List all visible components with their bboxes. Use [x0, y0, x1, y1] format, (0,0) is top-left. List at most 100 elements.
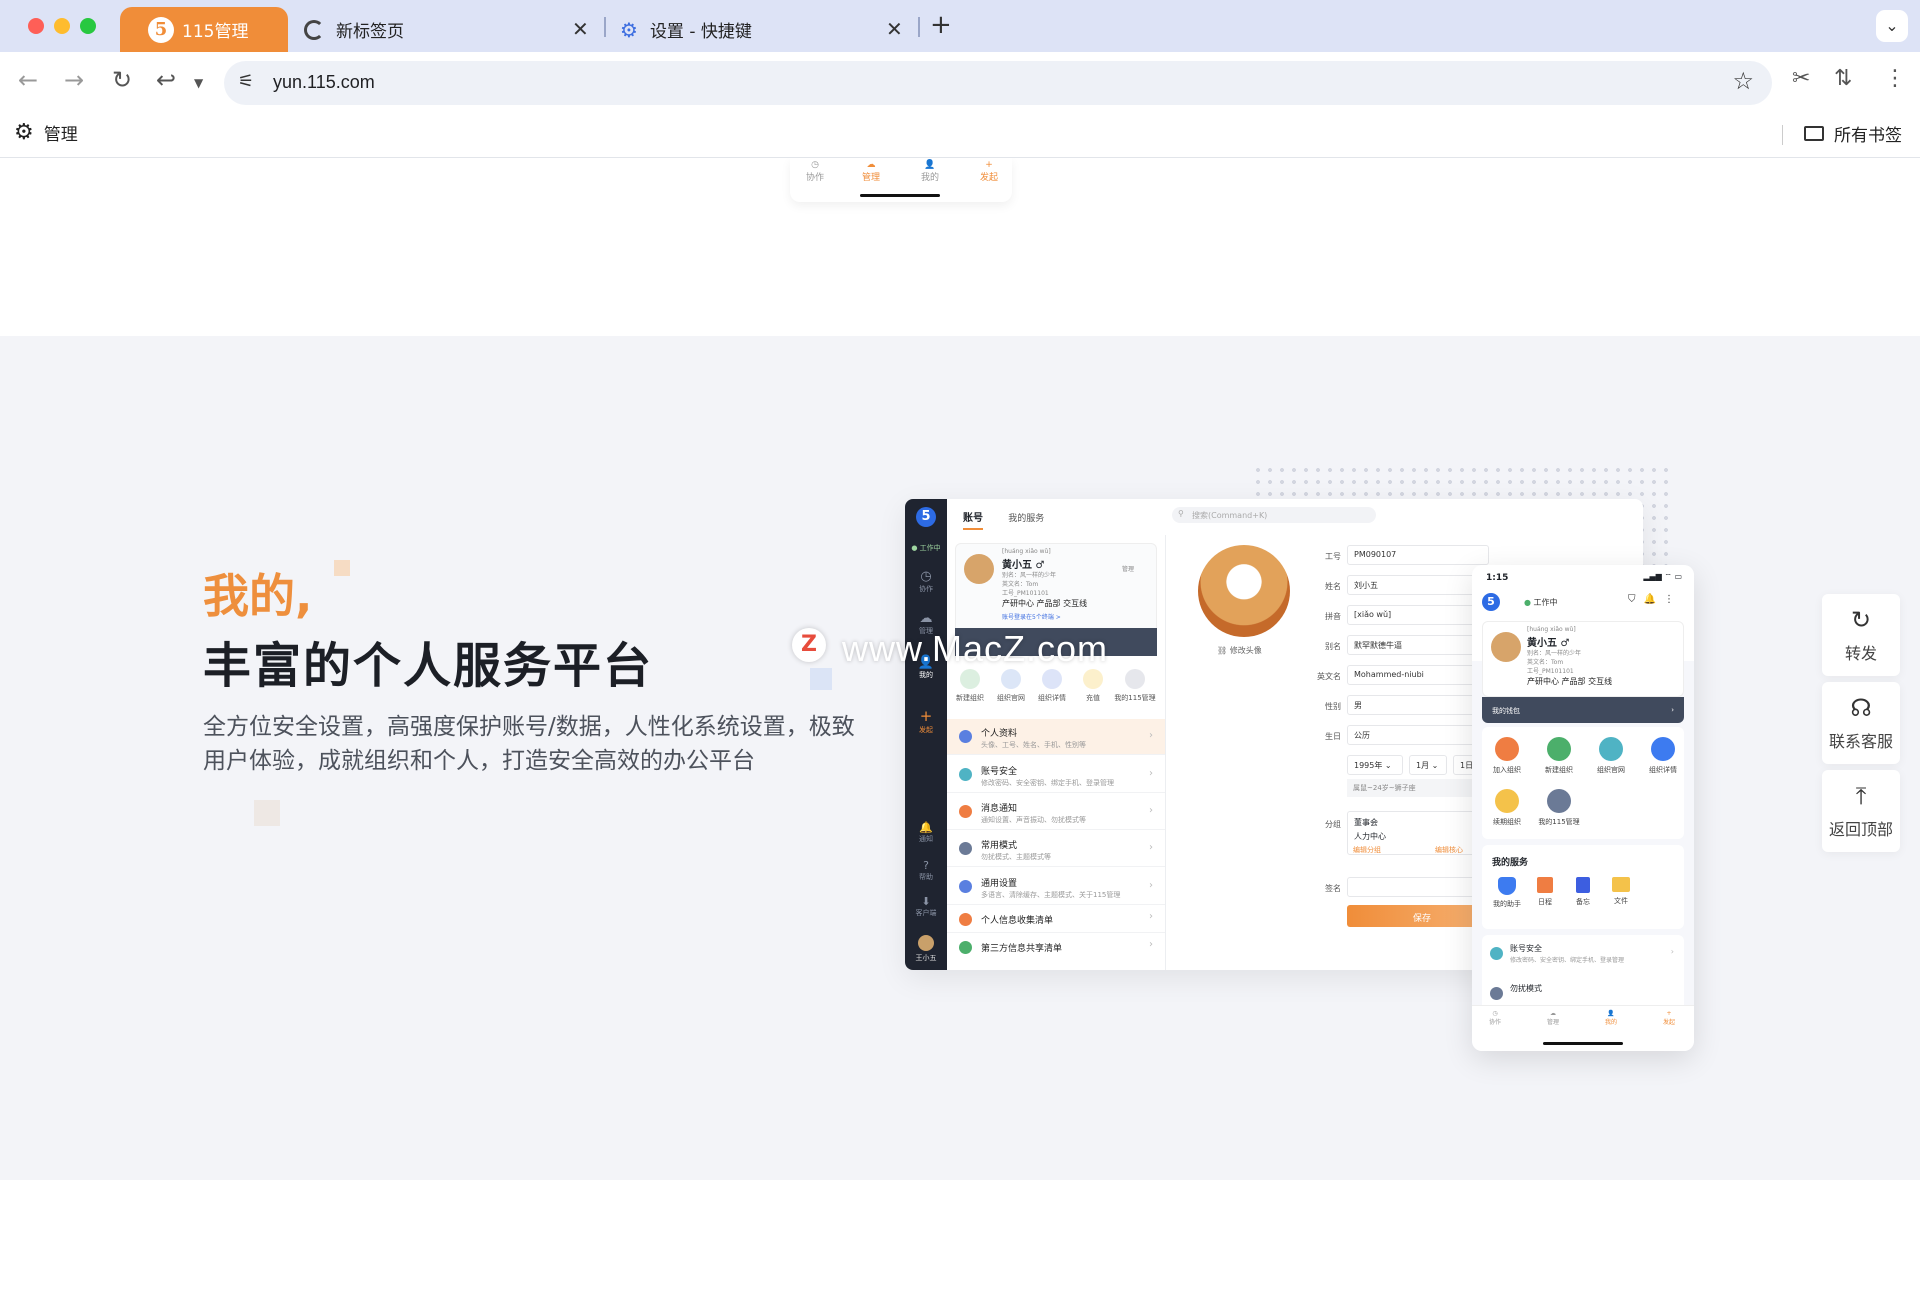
minimize-window-button[interactable]: [54, 18, 70, 34]
site-settings-icon[interactable]: ⚟: [238, 71, 254, 92]
tab-settings[interactable]: ⚙ 设置 - 快捷键 ✕: [620, 7, 912, 52]
tab-my-services: 我的服务: [1008, 514, 1045, 524]
service-item: 组织详情: [1642, 737, 1684, 775]
status-indicator: ● 工作中: [911, 544, 941, 552]
history-dropdown-icon[interactable]: ▼: [194, 76, 203, 90]
watermark-logo: Z: [792, 628, 826, 662]
my-services-card: 我的服务 我的助手 日程 备忘 文件: [1482, 845, 1684, 929]
section-title: 丰富的个人服务平台: [203, 638, 654, 694]
tab-label: 115管理: [182, 22, 249, 42]
close-window-button[interactable]: [28, 18, 44, 34]
home-indicator: [860, 194, 940, 197]
contact-support-button[interactable]: ☊ 联系客服: [1822, 682, 1900, 764]
phone-nav-item: 👤 我的: [920, 160, 939, 183]
forward-icon[interactable]: →: [64, 66, 84, 94]
nav-item: ◷ 协作: [1488, 1010, 1501, 1026]
headset-icon: ☊: [1850, 694, 1872, 722]
menu-item: 常用模式 勿扰模式、主题模式等 ›: [947, 831, 1165, 867]
close-tab-icon[interactable]: ✕: [572, 17, 589, 41]
service-item: 我的115管理: [1534, 789, 1584, 827]
tab-divider: [918, 17, 920, 37]
sidebar-user: 王小五: [905, 935, 947, 963]
birth-year: 1995年 ⌄: [1347, 755, 1403, 775]
sidebar-item-notify: 🔔 通知: [919, 821, 933, 843]
address-bar[interactable]: ⚟ yun.115.com ☆: [224, 61, 1772, 105]
birth-month: 1月 ⌄: [1409, 755, 1447, 775]
bookmarks-bar: ⚙ 管理 所有书签: [0, 111, 1920, 158]
avatar: [964, 554, 994, 584]
decor-square: [810, 668, 832, 690]
support-label: 联系客服: [1828, 732, 1893, 751]
sign-field: [1347, 877, 1489, 897]
header-actions: ⛉🔔⋮: [1628, 594, 1682, 605]
form-field: 公历: [1347, 725, 1489, 745]
back-to-top-button[interactable]: ⤒ 返回顶部: [1822, 770, 1900, 852]
menu-item: 个人信息收集清单 ›: [947, 905, 1165, 933]
bookmark-manage[interactable]: ⚙ 管理: [14, 120, 78, 145]
scissors-icon[interactable]: ✂: [1792, 66, 1810, 91]
transfer-icon[interactable]: ⇅: [1834, 66, 1852, 91]
edit-avatar-link: ⛓ 修改头像: [1217, 646, 1262, 655]
share-icon: ↻: [1850, 606, 1872, 634]
tab-search-chevron-icon[interactable]: ⌄: [1876, 10, 1908, 42]
my-service-item: 日程: [1524, 877, 1566, 907]
history-undo-icon[interactable]: ↩: [156, 66, 176, 94]
profile-english: 英文名：Tom: [1527, 659, 1564, 666]
decor-square: [254, 800, 280, 826]
nav-item: + 发起: [1662, 1010, 1675, 1026]
folder-icon: [1804, 126, 1824, 141]
decor-square: [334, 560, 350, 576]
arrow-up-icon: ⤒: [1855, 782, 1867, 810]
back-icon[interactable]: ←: [18, 66, 38, 94]
mobile-profile-card: [huáng xiǎo wǔ] 黄小五 ♂ 别名：风一样的少年 英文名：Tom …: [1482, 621, 1684, 697]
browser-tab-bar: 5 115管理 新标签页 ✕ ⚙ 设置 - 快捷键 ✕ + ⌄: [0, 0, 1920, 52]
panel-divider: [1165, 535, 1166, 970]
chevron-right-icon: ›: [1149, 880, 1153, 891]
form-field: PM090107: [1347, 545, 1489, 565]
form-label: 英文名: [1317, 672, 1341, 681]
profile-alias: 别名：风一样的少年: [1002, 572, 1057, 579]
edit-group-link: 编辑分组: [1353, 846, 1381, 854]
nav-item: ☁ 管理: [1546, 1010, 1559, 1026]
search-icon: ⚲: [1178, 509, 1184, 518]
status-indicator: ● 工作中: [1524, 598, 1558, 607]
bookmark-star-icon[interactable]: ☆: [1732, 67, 1754, 95]
app-search: ⚲ 搜索(Command+K): [1172, 507, 1376, 523]
gear-icon: ⚙: [620, 17, 638, 42]
edit-core-link: 编辑核心: [1435, 846, 1463, 854]
my-service-item: 文件: [1600, 877, 1642, 906]
share-button[interactable]: ↻ 转发: [1822, 594, 1900, 676]
section-description: 全方位安全设置，高强度保护账号/数据，人性化系统设置，极致用户体验，成就组织和个…: [203, 714, 855, 774]
menu-item: 账号安全 修改密码、安全密钥、绑定手机、登录管理 ›: [947, 757, 1165, 793]
reload-icon[interactable]: ↻: [112, 66, 132, 94]
new-tab-button[interactable]: +: [930, 10, 952, 40]
menu-kebab-icon[interactable]: ⋮: [1884, 66, 1906, 91]
url-text[interactable]: yun.115.com: [273, 72, 375, 93]
my-service-item: 备忘: [1562, 877, 1604, 907]
close-tab-icon[interactable]: ✕: [886, 17, 903, 41]
all-bookmarks[interactable]: 所有书签: [1804, 121, 1902, 146]
service-item: 续期组织: [1486, 789, 1528, 827]
avatar-large: [1198, 545, 1290, 637]
chevron-right-icon: ›: [1149, 768, 1153, 779]
home-indicator: [1543, 1042, 1623, 1045]
tab-new[interactable]: 新标签页 ✕: [304, 7, 594, 52]
card-title: 我的服务: [1492, 858, 1529, 868]
wallet-strip: 我的钱包 ›: [1482, 697, 1684, 723]
service-item: 我的115管理: [1110, 669, 1160, 703]
profile-card: [huáng xiǎo wǔ] 黄小五 ♂ 别名：风一样的少年 英文名：Tom …: [955, 543, 1157, 633]
tab-divider: [604, 17, 606, 37]
gear-outline-icon: ⚙: [14, 120, 34, 145]
service-item: 充值: [1074, 669, 1112, 703]
profile-badge: 管理: [1122, 566, 1135, 573]
profile-name: 黄小五 ♂: [1002, 560, 1045, 571]
form-field: 刘小五: [1347, 575, 1489, 595]
form-label: 生日: [1325, 732, 1341, 741]
zoom-window-button[interactable]: [80, 18, 96, 34]
tab-115[interactable]: 5 115管理: [120, 7, 288, 52]
form-field: Mohammed-niubi: [1347, 665, 1489, 685]
list-title: 勿扰模式: [1510, 984, 1542, 993]
profile-id: 工号_PM101101: [1002, 590, 1049, 597]
sidebar-item-client: ⬇ 客户端: [915, 895, 937, 917]
tab-label: 新标签页: [336, 22, 404, 42]
